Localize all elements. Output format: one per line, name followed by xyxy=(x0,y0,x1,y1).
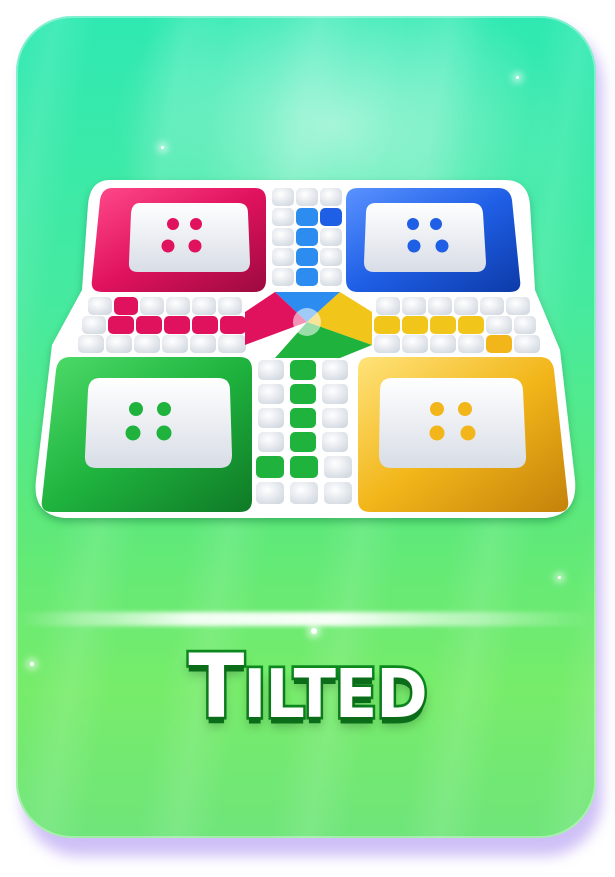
sparkle-icon xyxy=(311,628,317,634)
sparkle-icon xyxy=(558,576,561,579)
sparkle-icon xyxy=(161,146,164,149)
mode-title: TILTED xyxy=(186,634,430,742)
sparkle-icon xyxy=(516,76,519,79)
glow-divider xyxy=(16,612,596,626)
